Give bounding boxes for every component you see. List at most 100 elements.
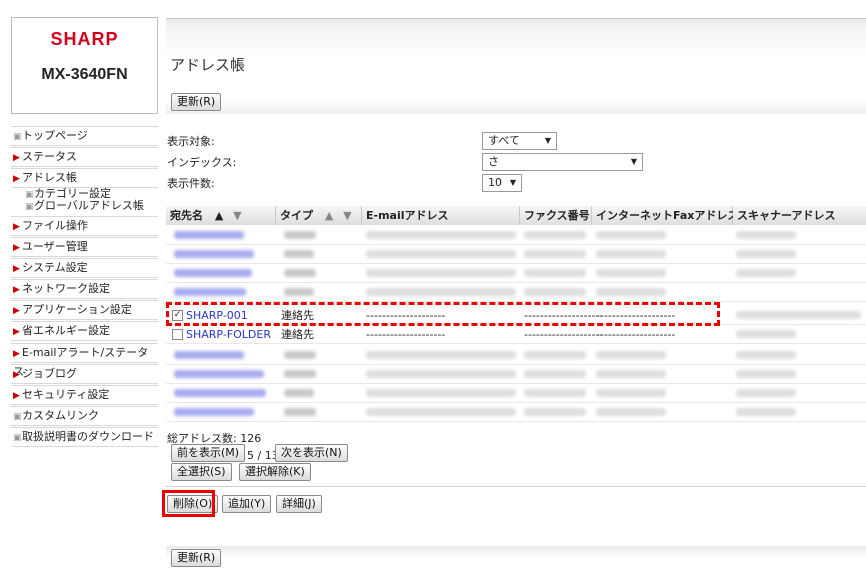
- redacted-cell: [524, 408, 586, 416]
- column-header-scanner: スキャナーアドレス: [733, 206, 866, 225]
- redacted-cell: [284, 231, 316, 239]
- redacted-cell: [596, 288, 666, 296]
- count-select[interactable]: 10 ▼: [482, 174, 522, 192]
- sidebar-item-network[interactable]: ▶ ネットワーク設定: [11, 279, 158, 299]
- square-bullet-icon: ▣: [13, 433, 22, 443]
- column-header-type[interactable]: タイプ ▲ ▼: [276, 206, 362, 225]
- triangle-bullet-icon: ▶: [13, 306, 20, 316]
- column-header-name[interactable]: 宛先名 ▲ ▼: [166, 206, 276, 225]
- sidebar-item-email-alert[interactable]: ▶E-mailアラート/ステータス: [11, 343, 158, 378]
- square-bullet-icon: ▣: [13, 132, 22, 142]
- redacted-cell: [284, 351, 316, 359]
- square-bullet-icon: ▣: [25, 202, 34, 212]
- redacted-cell: [174, 231, 244, 239]
- square-bullet-icon: ▣: [13, 412, 22, 422]
- next-page-button[interactable]: 次を表示(N): [275, 444, 348, 462]
- redacted-cell: [366, 231, 516, 239]
- deselect-all-button[interactable]: 選択解除(K): [239, 463, 311, 481]
- column-header-label: タイプ: [280, 209, 313, 222]
- redacted-cell: [366, 351, 516, 359]
- refresh-button-top[interactable]: 更新(R): [171, 93, 222, 111]
- sidebar-item-system[interactable]: ▶ システム設定: [11, 258, 158, 278]
- triangle-bullet-icon: ▶: [13, 370, 20, 380]
- sidebar-item-job-log[interactable]: ▶ ジョブログ: [11, 364, 158, 384]
- sidebar-item-top[interactable]: ▣トップページ: [11, 126, 158, 146]
- sidebar-item-manual-download[interactable]: ▣取扱説明書のダウンロード: [11, 427, 158, 447]
- model-name: MX-3640FN: [41, 66, 128, 83]
- redacted-cell: [596, 231, 666, 239]
- refresh-button-bottom[interactable]: 更新(R): [171, 549, 222, 567]
- redacted-cell: [366, 288, 516, 296]
- redacted-cell: [736, 389, 796, 397]
- redacted-cell: [736, 311, 861, 319]
- table-row: [166, 283, 866, 302]
- header-bar: [166, 18, 866, 114]
- redacted-cell: [736, 370, 796, 378]
- redacted-cell: [284, 408, 316, 416]
- redacted-cell: [736, 269, 796, 277]
- index-select[interactable]: さ ▼: [482, 153, 643, 171]
- redacted-cell: [736, 231, 796, 239]
- address-name-link[interactable]: SHARP-FOLDER: [186, 325, 271, 344]
- sort-up-icon[interactable]: ▲: [325, 209, 333, 222]
- add-button[interactable]: 追加(Y): [222, 495, 272, 513]
- sidebar-item-label: カスタムリンク: [22, 409, 99, 422]
- redacted-cell: [174, 370, 264, 378]
- sidebar-item-label: アプリケーション設定: [22, 303, 132, 316]
- redacted-cell: [174, 389, 266, 397]
- sidebar-item-label: ステータス: [22, 150, 77, 163]
- target-select[interactable]: すべて ▼: [482, 132, 557, 150]
- sort-down-icon[interactable]: ▼: [233, 209, 241, 222]
- redacted-cell: [284, 370, 316, 378]
- row-checkbox[interactable]: [172, 329, 183, 340]
- sidebar-item-label: ファイル操作: [22, 219, 88, 232]
- logo-panel: SHARP MX-3640FN: [11, 17, 158, 114]
- sidebar-item-label: トップページ: [22, 129, 88, 142]
- sidebar-item-application[interactable]: ▶ アプリケーション設定: [11, 300, 158, 320]
- table-row[interactable]: SHARP-FOLDER 連絡先 -------------------- --…: [166, 325, 866, 344]
- index-select-value: さ: [488, 155, 499, 168]
- sidebar-item-file-ops[interactable]: ▶ ファイル操作: [11, 216, 158, 236]
- ifax-value: --------------------: [596, 328, 676, 341]
- sidebar-subitem-global-address[interactable]: ▣グローバルアドレス帳: [11, 200, 158, 212]
- column-header-label: 宛先名: [170, 209, 203, 222]
- redacted-cell: [596, 250, 666, 258]
- table-row: [166, 264, 866, 283]
- redacted-cell: [174, 269, 252, 277]
- redacted-cell: [284, 288, 314, 296]
- redacted-cell: [524, 389, 586, 397]
- select-all-button[interactable]: 全選択(S): [171, 463, 232, 481]
- sidebar-item-label: 省エネルギー設定: [22, 324, 110, 337]
- sidebar-item-label: ユーザー管理: [22, 240, 88, 253]
- highlight-delete-button: [162, 490, 215, 517]
- sidebar-item-security[interactable]: ▶ セキュリティ設定: [11, 385, 158, 405]
- sidebar-item-address-book[interactable]: ▶ アドレス帳: [11, 168, 158, 188]
- redacted-cell: [366, 269, 516, 277]
- table-row: [166, 346, 866, 365]
- sidebar-item-label: アドレス帳: [22, 171, 77, 184]
- redacted-cell: [284, 250, 314, 258]
- redacted-cell: [736, 408, 796, 416]
- page-title: アドレス帳: [170, 56, 246, 74]
- sidebar-item-label: システム設定: [22, 261, 88, 274]
- table-row: [166, 384, 866, 403]
- sort-down-icon[interactable]: ▼: [343, 209, 351, 222]
- redacted-cell: [736, 351, 796, 359]
- sidebar-item-custom-link[interactable]: ▣カスタムリンク: [11, 406, 158, 426]
- footer-bar: [166, 546, 866, 576]
- count-label: 表示件数:: [167, 177, 215, 190]
- sidebar-item-user-mgmt[interactable]: ▶ ユーザー管理: [11, 237, 158, 257]
- sidebar-item-label: 取扱説明書のダウンロード: [22, 430, 154, 443]
- prev-page-button[interactable]: 前を表示(M): [171, 444, 246, 462]
- sidebar-item-label: ジョブログ: [22, 367, 77, 380]
- sidebar-item-energy[interactable]: ▶ 省エネルギー設定: [11, 321, 158, 341]
- triangle-bullet-icon: ▶: [13, 243, 20, 253]
- column-header-email: E-mailアドレス: [362, 206, 520, 225]
- sort-up-icon[interactable]: ▲: [215, 209, 223, 222]
- sidebar-item-status[interactable]: ▶ ステータス: [11, 147, 158, 167]
- triangle-bullet-icon: ▶: [13, 349, 20, 359]
- triangle-bullet-icon: ▶: [13, 391, 20, 401]
- redacted-cell: [174, 288, 246, 296]
- redacted-cell: [366, 408, 516, 416]
- details-button[interactable]: 詳細(J): [276, 495, 322, 513]
